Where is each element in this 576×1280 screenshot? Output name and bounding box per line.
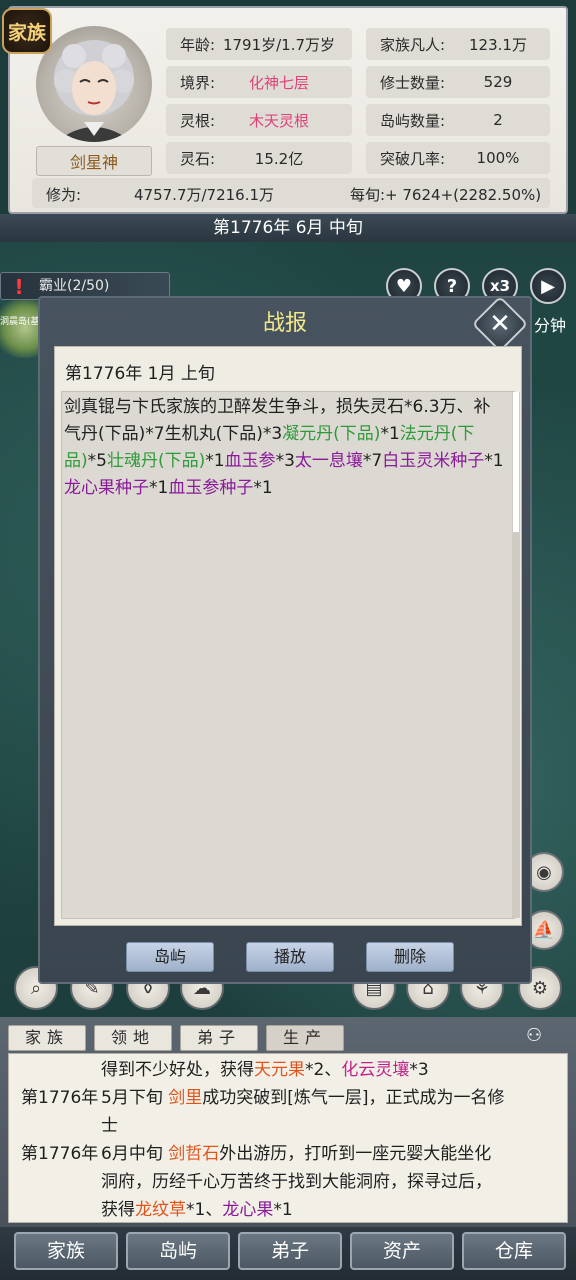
play-button[interactable]: 播放 <box>246 942 334 972</box>
stone-stat: 灵石: 15.2亿 <box>166 142 352 174</box>
age-stat: 年龄: 1791岁/1.7万岁 <box>166 28 352 60</box>
family-value: 123.1万 <box>469 35 527 54</box>
log-line: 6月中旬 剑哲石外出游历，打听到一座元婴大能坐化 <box>101 1144 492 1164</box>
stone-value: 15.2亿 <box>254 149 304 168</box>
nav-family[interactable]: 家族 <box>14 1232 118 1270</box>
cultivator-stat: 修士数量: 529 <box>366 66 550 98</box>
close-icon: ✕ <box>489 309 511 339</box>
island-tag[interactable]: 洞晨岛(基) <box>0 314 43 327</box>
nav-island[interactable]: 岛屿 <box>126 1232 230 1270</box>
report-segment: 血玉参 <box>224 451 276 471</box>
tab-territory[interactable]: 领地 <box>94 1025 172 1051</box>
log-line: 士 <box>101 1116 118 1136</box>
report-segment: 壮魂丹(下品) <box>106 451 206 471</box>
report-panel: 第1776年 1月 上旬 剑真锟与卞氏家族的卫醉发生争斗，损失灵石*6.3万、补… <box>54 346 522 926</box>
cultivation-value: 4757.7万/7216.1万 <box>134 186 275 204</box>
island-button[interactable]: 岛屿 <box>126 942 214 972</box>
report-segment: *3 <box>275 451 295 471</box>
report-segment: *1 <box>149 478 169 498</box>
tab-disciples[interactable]: 弟子 <box>180 1025 258 1051</box>
report-text: 剑真锟与卞氏家族的卫醉发生争斗，损失灵石*6.3万、补气丹(下品)*7生机丸(下… <box>64 394 506 502</box>
family-stat: 家族凡人: 123.1万 <box>366 28 550 60</box>
character-name[interactable]: 剑星神 <box>36 146 152 176</box>
bottom-nav: 家族 岛屿 弟子 资产 仓库 <box>0 1227 576 1280</box>
report-segment: *1 <box>484 451 504 471</box>
realm-stat: 境界: 化神七层 <box>166 66 352 98</box>
warning-icon: ! <box>14 275 24 299</box>
cultivation-bar: 修为: 4757.7万/7216.1万 每旬:+ 7624+(2282.50%) <box>32 178 550 208</box>
map-right-text: 分钟 <box>534 316 567 335</box>
age-value: 1791岁/1.7万岁 <box>222 35 336 54</box>
log-panel: 家族 领地 弟子 生产 ⚇ 得到不少好处，获得天元果*2、化云灵壤*3 第177… <box>0 1017 576 1227</box>
report-date: 第1776年 1月 上旬 <box>65 364 215 384</box>
island-value: 2 <box>493 111 503 129</box>
log-list[interactable]: 得到不少好处，获得天元果*2、化云灵壤*3 第1776年 5月下旬 剑里成功突破… <box>8 1053 568 1223</box>
breakthrough-stat: 突破几率: 100% <box>366 142 550 174</box>
report-segment: 龙心果种子 <box>64 478 149 498</box>
nav-disciples[interactable]: 弟子 <box>238 1232 342 1270</box>
report-segment: *1 <box>380 424 400 444</box>
log-line: 洞府，历经千心万苦终于找到大能洞府，探寻过后， <box>101 1172 492 1192</box>
delete-button[interactable]: 删除 <box>366 942 454 972</box>
root-stat: 灵根: 木天灵根 <box>166 104 352 136</box>
report-segment: 白玉灵米种子 <box>382 451 485 471</box>
realm-value: 化神七层 <box>248 73 309 92</box>
report-segment: 太一息壤 <box>294 451 363 471</box>
root-value: 木天灵根 <box>248 111 309 130</box>
report-segment: *1 <box>253 478 273 498</box>
log-line: 得到不少好处，获得天元果*2、化云灵壤*3 <box>101 1060 429 1080</box>
breakthrough-value: 100% <box>476 149 520 167</box>
scrollbar-thumb[interactable] <box>513 392 519 532</box>
report-segment: 凝元丹(下品) <box>282 424 381 444</box>
clan-badge[interactable]: 家族 <box>2 8 52 54</box>
report-segment: *1 <box>205 451 225 471</box>
dialog-title: 战报 <box>262 311 307 336</box>
log-line: 5月下旬 剑里成功突破到[炼气一层]，正式成为一名修 <box>101 1088 505 1108</box>
current-date: 第1776年 6月 中旬 <box>0 214 576 242</box>
cultivation-rate: 每旬:+ 7624+(2282.50%) <box>350 186 542 204</box>
log-line: 获得龙纹草*1、龙心果*1 <box>101 1200 293 1220</box>
report-segment: *7 <box>362 451 383 471</box>
tab-family[interactable]: 家族 <box>8 1025 86 1051</box>
avatar[interactable] <box>36 26 152 142</box>
battle-report-dialog: 战报 ✕ 第1776年 1月 上旬 剑真锟与卞氏家族的卫醉发生争斗，损失灵石*6… <box>38 295 532 984</box>
report-segment: *5 <box>87 451 107 471</box>
profile-panel: 剑星神 年龄: 1791岁/1.7万岁 境界: 化神七层 灵根: 木天灵根 灵石… <box>8 6 568 214</box>
cultivation-label: 修为: <box>46 186 82 204</box>
avatar-portrait <box>54 40 134 142</box>
nav-assets[interactable]: 资产 <box>350 1232 454 1270</box>
cultivator-value: 529 <box>483 73 513 91</box>
island-stat: 岛屿数量: 2 <box>366 104 550 136</box>
more-icon[interactable]: ⚇ <box>526 1025 542 1046</box>
report-segment: 血玉参种子 <box>168 478 254 498</box>
tab-production[interactable]: 生产 <box>266 1025 344 1051</box>
nav-warehouse[interactable]: 仓库 <box>462 1232 566 1270</box>
play-icon[interactable]: ▶ <box>530 268 566 304</box>
log-date: 第1776年 <box>21 1088 99 1108</box>
log-date: 第1776年 <box>21 1144 99 1164</box>
report-scroll-area[interactable]: 剑真锟与卞氏家族的卫醉发生争斗，损失灵石*6.3万、补气丹(下品)*7生机丸(下… <box>61 391 520 919</box>
